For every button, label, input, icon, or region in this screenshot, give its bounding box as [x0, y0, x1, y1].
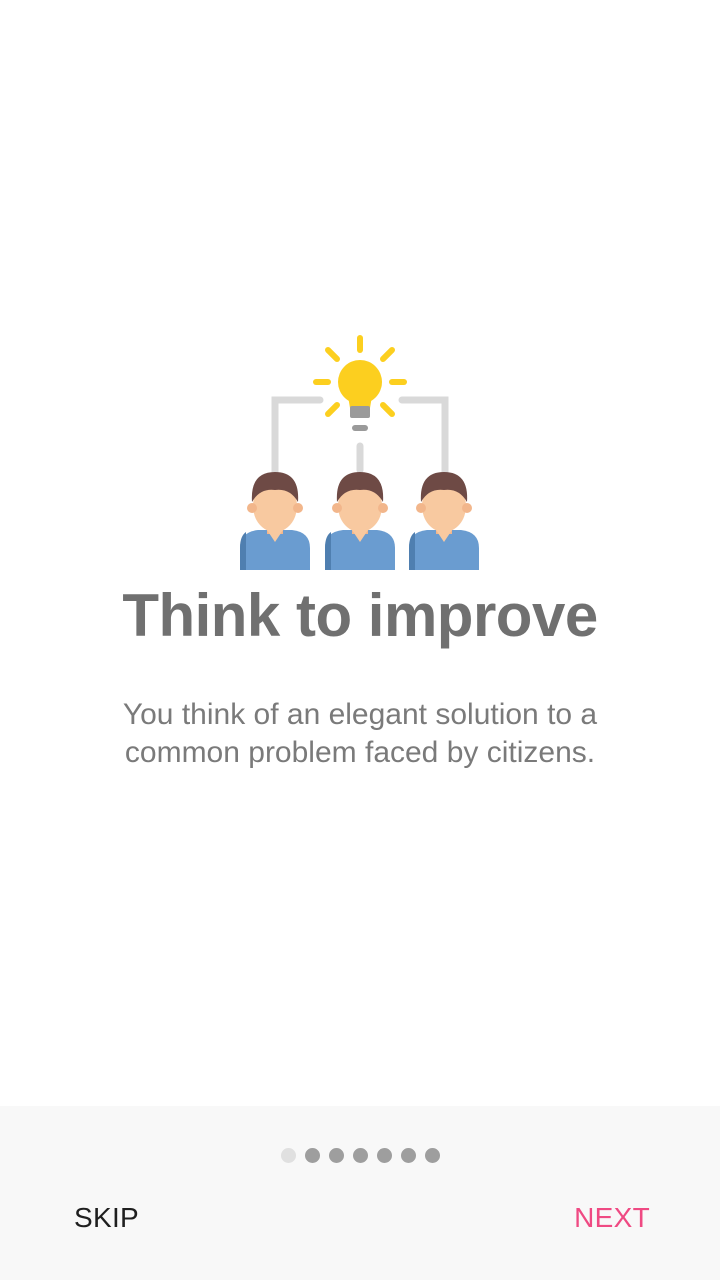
page-indicator	[0, 1148, 720, 1163]
onboarding-title: Think to improve	[122, 582, 598, 649]
page-dot	[376, 1148, 392, 1163]
onboarding-screen: Think to improve You think of an elegant…	[0, 0, 720, 1280]
page-dot	[304, 1148, 320, 1163]
onboarding-footer: SKIP NEXT	[0, 1106, 720, 1280]
page-dot-active	[280, 1148, 296, 1163]
page-dot	[352, 1148, 368, 1163]
onboarding-description: You think of an elegant solution to a co…	[122, 698, 598, 769]
page-dot	[424, 1148, 440, 1163]
page-dot	[400, 1148, 416, 1163]
page-dot	[328, 1148, 344, 1163]
next-button[interactable]: NEXT	[570, 1198, 654, 1238]
skip-button[interactable]: SKIP	[70, 1198, 143, 1238]
team-idea-lightbulb-icon	[240, 335, 479, 570]
